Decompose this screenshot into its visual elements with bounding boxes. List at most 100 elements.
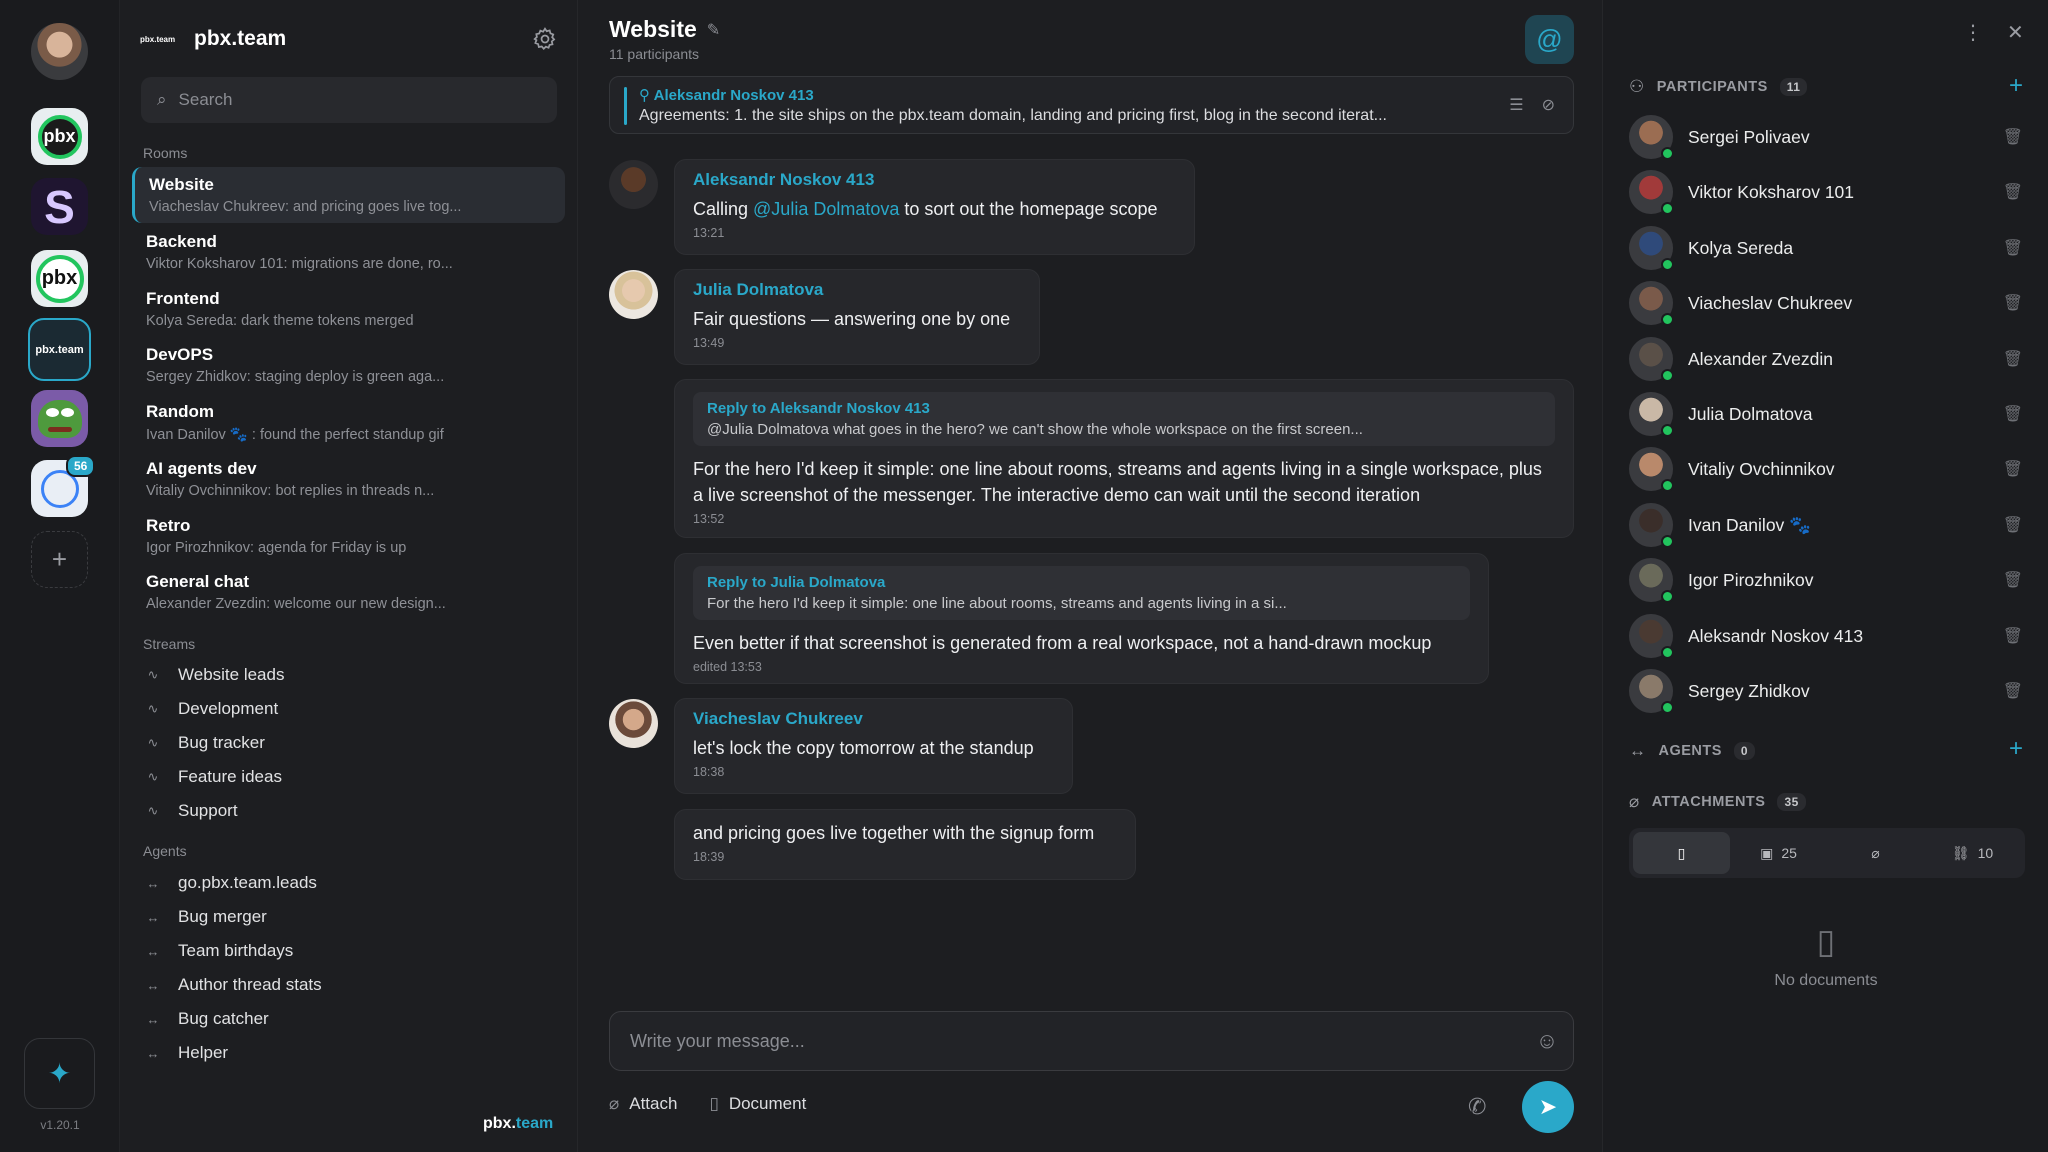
stream-feature-ideas[interactable]: ∿ Feature ideas <box>144 767 282 787</box>
reply-quote[interactable]: Reply to Julia Dolmatova For the hero I'… <box>693 566 1470 620</box>
trash-icon[interactable]: 🗑 <box>2003 404 2023 424</box>
tab-files[interactable]: ⌀ <box>1827 832 1924 874</box>
close-icon[interactable]: ✕ <box>2007 20 2024 45</box>
tab-images[interactable]: ▣ 25 <box>1730 832 1827 874</box>
trash-icon[interactable]: 🗑 <box>2003 459 2023 479</box>
room-random[interactable]: Random Ivan Danilov 🐾 : found the perfect… <box>132 394 565 450</box>
message-author[interactable]: Aleksandr Noskov 413 <box>693 170 1176 190</box>
message[interactable]: Reply to Julia Dolmatova For the hero I'… <box>674 553 1489 684</box>
participants-header: ⚇ PARTICIPANTS 11 <box>1629 77 1808 97</box>
tab-documents[interactable]: ▯ <box>1633 832 1730 874</box>
participant-row[interactable]: Sergei Polivaev 🗑 <box>1629 114 2023 160</box>
message[interactable]: Reply to Aleksandr Noskov 413 @Julia Dol… <box>674 379 1574 538</box>
message-input[interactable] <box>630 1030 1521 1052</box>
room-preview: Kolya Sereda: dark theme tokens merged <box>146 313 414 329</box>
workspace-pbx-team[interactable]: pbx.team <box>28 318 91 381</box>
stream-website-leads[interactable]: ∿ Website leads <box>144 665 285 685</box>
agent-helper[interactable]: ↔ Helper <box>144 1043 229 1063</box>
participant-row[interactable]: Viktor Koksharov 101 🗑 <box>1629 169 2023 215</box>
document-button[interactable]: ▯ Document <box>709 1094 806 1114</box>
pinned-message[interactable]: ⚲ Aleksandr Noskov 413 Agreements: 1. th… <box>609 76 1574 134</box>
pencil-icon[interactable]: ✎ <box>707 20 720 40</box>
workspace-pbx-1[interactable]: pbx <box>31 108 88 165</box>
workspace-s[interactable]: S <box>31 178 88 235</box>
phone-icon[interactable]: ✆ <box>1468 1094 1486 1120</box>
room-frontend[interactable]: Frontend Kolya Sereda: dark theme tokens … <box>132 281 565 337</box>
message-time: 18:38 <box>693 765 725 779</box>
stream-support[interactable]: ∿ Support <box>144 801 238 821</box>
unpin-icon[interactable]: ⊘ <box>1542 95 1555 115</box>
participant-row[interactable]: Vitaliy Ovchinnikov 🗑 <box>1629 446 2023 492</box>
message-author[interactable]: Viacheslav Chukreev <box>693 709 1054 729</box>
agent-go-pbx-team-leads[interactable]: ↔ go.pbx.team.leads <box>144 873 317 893</box>
add-workspace-button[interactable]: + <box>31 531 88 588</box>
room-general-chat[interactable]: General chat Alexander Zvezdin: welcome o… <box>132 564 565 620</box>
mention-link[interactable]: @Julia Dolmatova <box>753 199 899 219</box>
search-box[interactable]: ⌕ Search <box>141 77 557 123</box>
emoji-icon[interactable]: ☺ <box>1521 1028 1573 1054</box>
avatar[interactable] <box>609 699 658 748</box>
workspace-pepe[interactable] <box>31 390 88 447</box>
agent-label: Helper <box>178 1043 229 1062</box>
room-backend[interactable]: Backend Viktor Koksharov 101: migrations … <box>132 224 565 280</box>
online-status-dot <box>1661 535 1674 548</box>
trash-icon[interactable]: 🗑 <box>2003 515 2023 535</box>
trash-icon[interactable]: 🗑 <box>2003 681 2023 701</box>
message[interactable]: Julia Dolmatova Fair questions — answeri… <box>674 269 1040 365</box>
avatar[interactable] <box>609 270 658 319</box>
trash-icon[interactable]: 🗑 <box>2003 127 2023 147</box>
participant-row[interactable]: Ivan Danilov 🐾 🗑 <box>1629 502 2023 548</box>
participant-row[interactable]: Alexander Zvezdin 🗑 <box>1629 336 2023 382</box>
pinned-author: ⚲ Aleksandr Noskov 413 <box>639 86 814 104</box>
trash-icon[interactable]: 🗑 <box>2003 293 2023 313</box>
agent-bug-catcher[interactable]: ↔ Bug catcher <box>144 1009 269 1029</box>
message[interactable]: Aleksandr Noskov 413 Calling @Julia Dolm… <box>674 159 1195 255</box>
room-ai-agents-dev[interactable]: AI agents dev Vitaliy Ovchinnikov: bot re… <box>132 451 565 507</box>
participant-row[interactable]: Julia Dolmatova 🗑 <box>1629 391 2023 437</box>
participant-avatar <box>1629 337 1674 382</box>
trash-icon[interactable]: 🗑 <box>2003 238 2023 258</box>
trash-icon[interactable]: 🗑 <box>2003 349 2023 369</box>
magic-wand-button[interactable]: ✦ <box>24 1038 95 1109</box>
trash-icon[interactable]: 🗑 <box>2003 626 2023 646</box>
participants-count[interactable]: 11 participants <box>609 46 699 62</box>
participant-row[interactable]: Igor Pirozhnikov 🗑 <box>1629 557 2023 603</box>
user-avatar[interactable] <box>31 23 88 80</box>
gear-icon[interactable] <box>532 26 558 52</box>
message-author[interactable]: Julia Dolmatova <box>693 280 1021 300</box>
trash-icon[interactable]: 🗑 <box>2003 182 2023 202</box>
participant-row[interactable]: Sergey Zhidkov 🗑 <box>1629 668 2023 714</box>
tab-links[interactable]: ⛓ 10 <box>1924 832 2021 874</box>
participant-row[interactable]: Aleksandr Noskov 413 🗑 <box>1629 613 2023 659</box>
streams-section-label: Streams <box>143 636 196 652</box>
stream-development[interactable]: ∿ Development <box>144 699 279 719</box>
mentions-button[interactable]: @ <box>1525 15 1574 64</box>
participant-name: Sergei Polivaev <box>1688 126 1810 147</box>
trash-icon[interactable]: 🗑 <box>2003 570 2023 590</box>
more-vertical-icon[interactable]: ⋮ <box>1963 20 1983 45</box>
agent-icon: ↔ <box>1629 741 1647 760</box>
room-devops[interactable]: DevOPS Sergey Zhidkov: staging deploy is … <box>132 337 565 393</box>
message[interactable]: Viacheslav Chukreev let's lock the copy … <box>674 698 1073 794</box>
participant-row[interactable]: Kolya Sereda 🗑 <box>1629 225 2023 271</box>
add-agent-button[interactable]: + <box>2009 735 2023 763</box>
message-time: edited 13:53 <box>693 660 762 674</box>
avatar[interactable] <box>609 160 658 209</box>
stream-bug-tracker[interactable]: ∿ Bug tracker <box>144 733 265 753</box>
add-participant-button[interactable]: + <box>2009 72 2023 100</box>
send-button[interactable]: ➤ <box>1522 1081 1574 1133</box>
online-status-dot <box>1661 424 1674 437</box>
room-retro[interactable]: Retro Igor Pirozhnikov: agenda for Friday… <box>132 508 565 564</box>
reply-quote[interactable]: Reply to Aleksandr Noskov 413 @Julia Dol… <box>693 392 1555 446</box>
room-website[interactable]: Website Viacheslav Chukreev: and pricing … <box>132 167 565 223</box>
participant-row[interactable]: Viacheslav Chukreev 🗑 <box>1629 280 2023 326</box>
agent-icon: ↔ <box>146 943 160 959</box>
message[interactable]: and pricing goes live together with the … <box>674 809 1136 880</box>
agent-bug-merger[interactable]: ↔ Bug merger <box>144 907 267 927</box>
agent-team-birthdays[interactable]: ↔ Team birthdays <box>144 941 294 961</box>
list-icon[interactable]: ☰ <box>1509 95 1523 115</box>
workspace-pbx-2[interactable]: pbx <box>31 250 88 307</box>
link-icon: ⛓ <box>1951 844 1970 861</box>
agent-author-thread-stats[interactable]: ↔ Author thread stats <box>144 975 322 995</box>
attach-button[interactable]: ⌀ Attach <box>609 1094 677 1114</box>
